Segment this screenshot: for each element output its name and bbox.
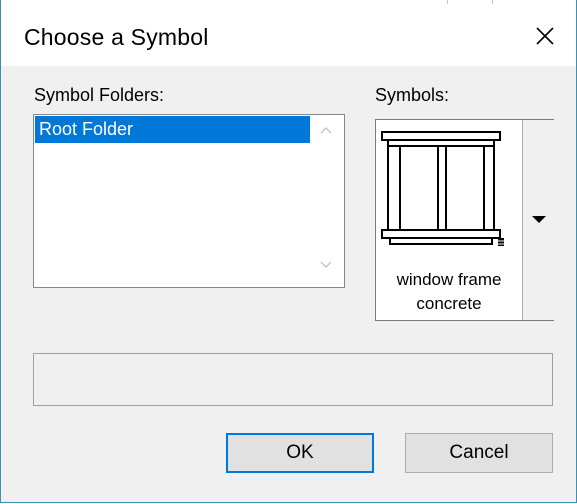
- dialog-body: Symbol Folders: Symbols: Root Folder win…: [1, 66, 576, 502]
- symbol-folders-list[interactable]: Root Folder: [33, 114, 345, 288]
- close-icon: [536, 27, 554, 45]
- symbol-dropdown-button[interactable]: [522, 120, 554, 320]
- choose-symbol-dialog: Choose a Symbol Symbol Folders: Symbols:…: [0, 0, 577, 503]
- symbol-picker[interactable]: window frame concrete: [375, 119, 554, 321]
- title-bar: Choose a Symbol: [1, 4, 576, 66]
- symbols-label: Symbols:: [375, 85, 450, 105]
- dialog-title: Choose a Symbol: [24, 24, 209, 50]
- chevron-down-icon: [320, 261, 332, 268]
- description-box: [33, 353, 553, 406]
- ok-button[interactable]: OK: [226, 433, 374, 473]
- close-button[interactable]: [523, 18, 567, 54]
- list-item-root-folder[interactable]: Root Folder: [35, 116, 310, 143]
- symbol-name: window frame concrete: [396, 270, 502, 313]
- chevron-up-icon: [320, 127, 332, 134]
- window-frame-icon: [381, 131, 504, 246]
- symbol-preview[interactable]: window frame concrete: [376, 120, 522, 320]
- scroll-up-button[interactable]: [317, 120, 335, 140]
- symbol-folders-label: Symbol Folders:: [34, 85, 165, 105]
- scroll-down-button[interactable]: [317, 255, 335, 275]
- cancel-button[interactable]: Cancel: [405, 433, 553, 473]
- dropdown-arrow-icon: [531, 216, 546, 223]
